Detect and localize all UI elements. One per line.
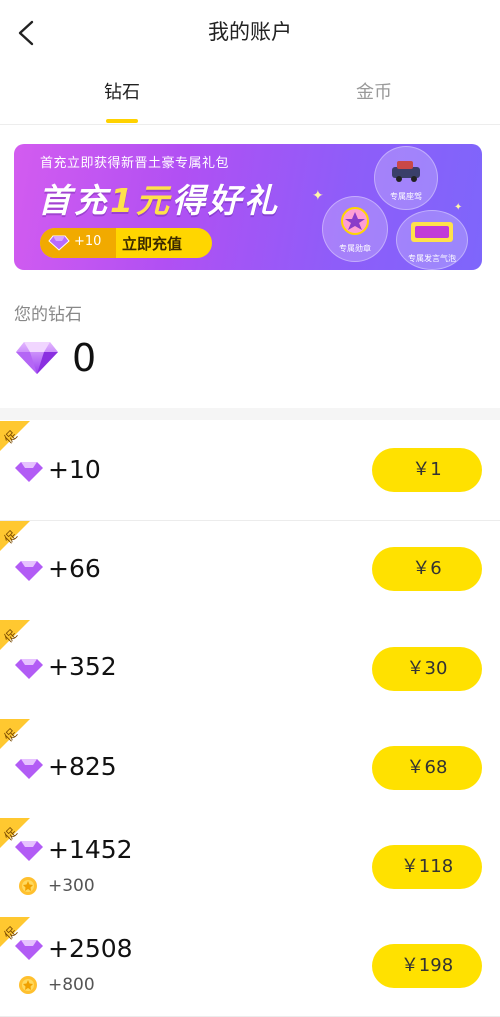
tab-diamonds[interactable]: 钻石 (62, 78, 182, 104)
diamond-icon (16, 342, 58, 374)
coin-icon (19, 976, 37, 994)
package-row[interactable]: 促 +1452 +300 ￥118 (0, 818, 500, 918)
diamond-icon (15, 940, 43, 960)
package-amount: +10 (48, 455, 101, 484)
price-button[interactable]: ￥118 (372, 845, 482, 889)
banner-title-suffix: 得好礼 (171, 181, 280, 220)
page-title: 我的账户 (208, 20, 292, 44)
package-row[interactable]: 促 +2508 +800 ￥198 (0, 917, 500, 1017)
recharge-now-button[interactable]: +10 立即充值 (40, 228, 212, 258)
package-bonus: +300 (48, 876, 95, 896)
first-recharge-banner[interactable]: 首充立即获得新晋土豪专属礼包 首充1元得好礼 ✦ ✦ +10 立即充值 专属座驾… (14, 144, 482, 270)
package-row[interactable]: 促 +66 ￥6 (0, 521, 500, 621)
badge-icon (341, 207, 369, 235)
price-button[interactable]: ￥198 (372, 944, 482, 988)
reward-badge-label: 专属勋章 (339, 244, 371, 253)
price-button[interactable]: ￥30 (372, 647, 482, 691)
section-divider (0, 408, 500, 420)
price-button[interactable]: ￥68 (372, 746, 482, 790)
package-bonus: +800 (48, 975, 95, 995)
tab-active-indicator (106, 119, 138, 123)
reward-car: 专属座驾 (374, 146, 438, 210)
package-amount: +2508 (48, 934, 133, 963)
diamond-icon (15, 659, 43, 679)
banner-title-prefix: 首充 (38, 181, 110, 220)
sparkle-icon: ✦ (454, 202, 463, 213)
package-amount: +1452 (48, 835, 133, 864)
diamond-icon (15, 841, 43, 861)
diamond-icon (15, 561, 43, 581)
tab-bar: 钻石 金币 (0, 64, 500, 125)
tab-coins[interactable]: 金币 (314, 78, 434, 104)
package-amount: +825 (48, 752, 117, 781)
balance-label: 您的钻石 (14, 305, 82, 325)
reward-car-label: 专属座驾 (390, 192, 422, 201)
pill-amount: +10 (74, 234, 102, 249)
price-button[interactable]: ￥6 (372, 547, 482, 591)
banner-title: 首充1元得好礼 (38, 174, 280, 222)
package-amount: +66 (48, 554, 101, 583)
diamond-icon (48, 235, 70, 251)
pill-cta-label: 立即充值 (122, 235, 183, 253)
balance-value: 0 (72, 336, 97, 380)
car-icon (392, 161, 420, 182)
diamond-icon (15, 759, 43, 779)
banner-title-accent: 1元 (110, 181, 172, 220)
sparkle-icon: ✦ (312, 188, 324, 204)
package-row[interactable]: 促 +10 ￥1 (0, 421, 500, 521)
reward-chat-bubble: 专属发言气泡 (396, 210, 468, 270)
banner-subtitle: 首充立即获得新晋土豪专属礼包 (40, 156, 230, 171)
nav-bar: 我的账户 (0, 0, 500, 64)
reward-chat-bubble-label: 专属发言气泡 (408, 254, 456, 263)
package-amount: +352 (48, 652, 117, 681)
package-row[interactable]: 促 +352 ￥30 (0, 620, 500, 720)
price-button[interactable]: ￥1 (372, 448, 482, 492)
chat-bubble-icon (411, 222, 453, 242)
diamond-icon (15, 462, 43, 482)
package-row[interactable]: 促 +825 ￥68 (0, 719, 500, 819)
coin-icon (19, 877, 37, 895)
reward-badge: 专属勋章 (322, 196, 388, 262)
